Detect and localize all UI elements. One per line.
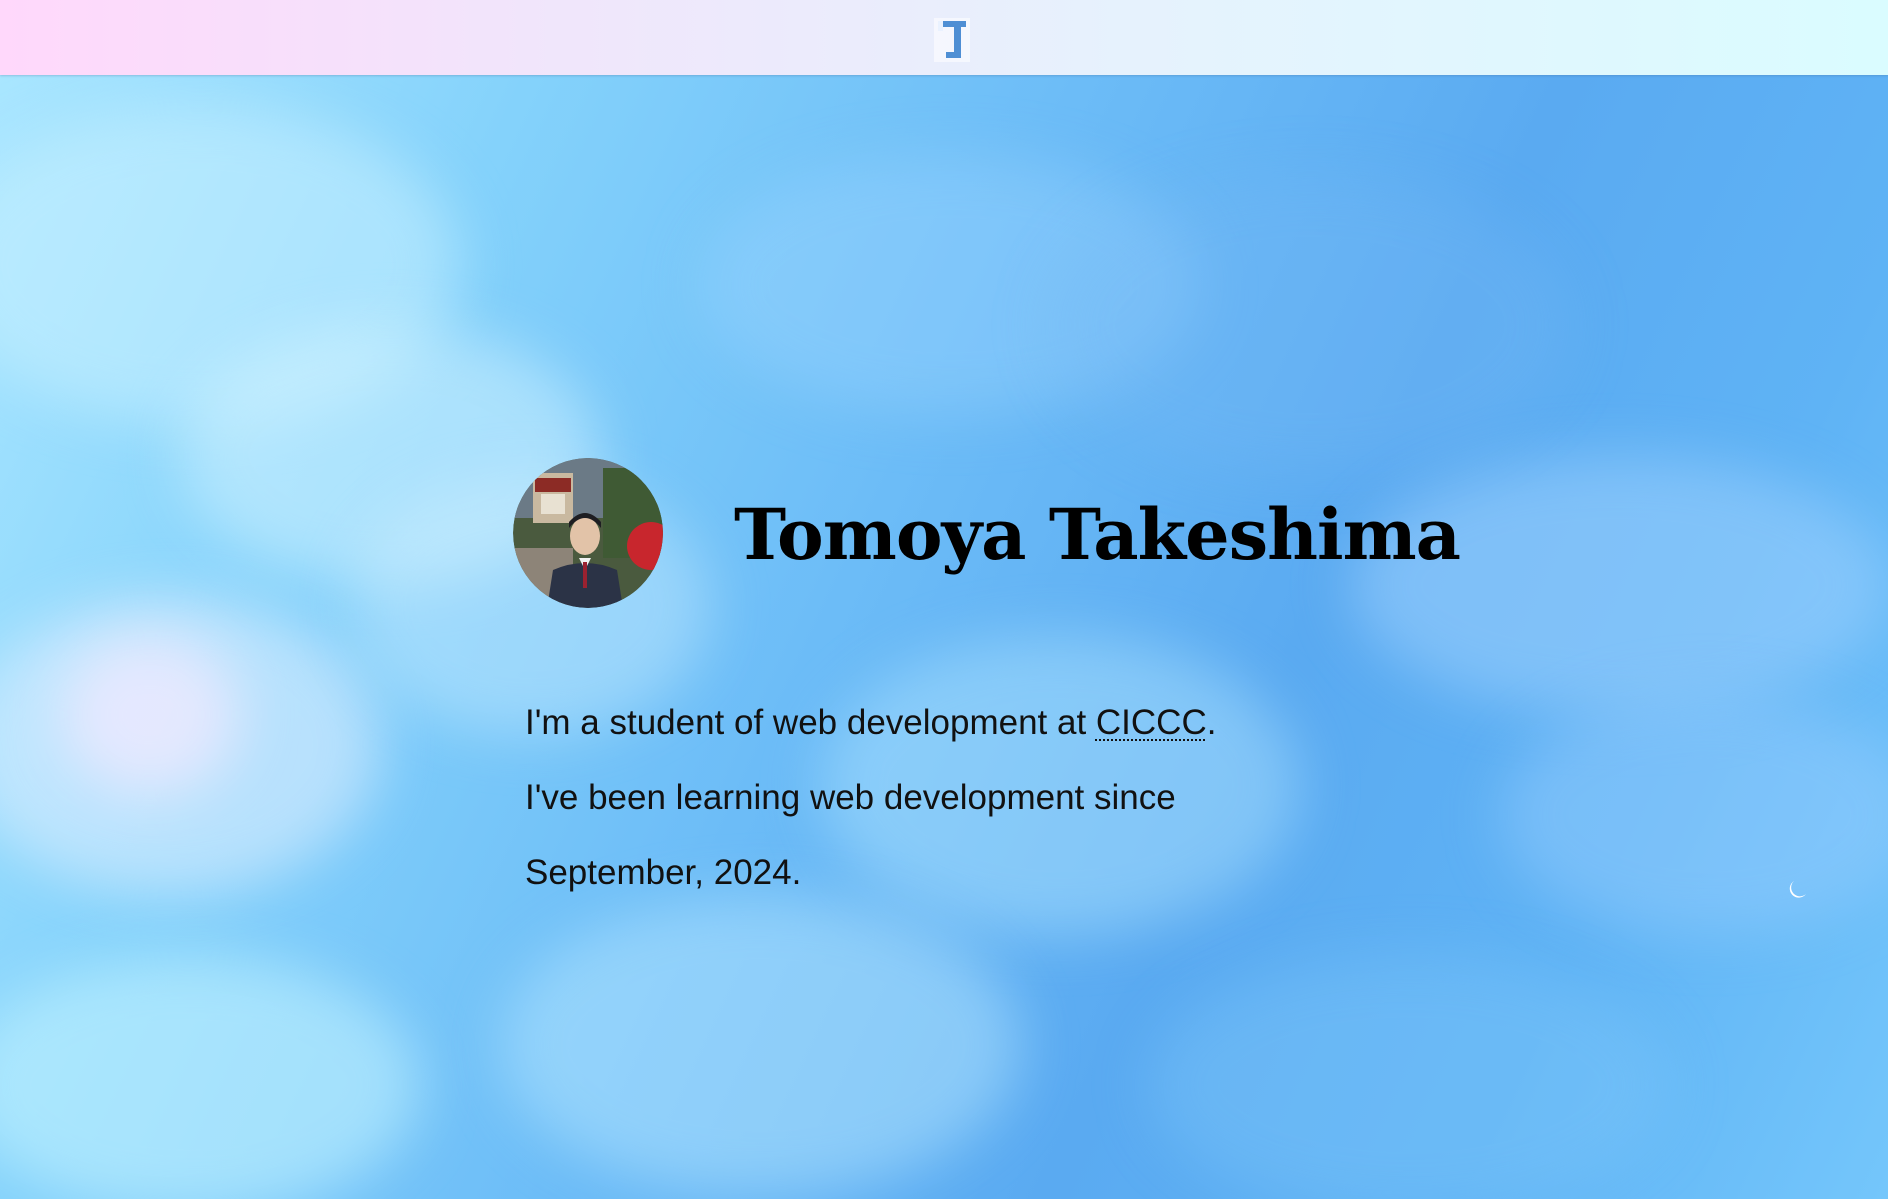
bio: I'm a student of web development at CICC… <box>525 685 1345 910</box>
page: Tomoya Takeshima I'm a student of web de… <box>0 0 1888 1199</box>
main-content: Tomoya Takeshima I'm a student of web de… <box>0 0 1888 1199</box>
top-bar <box>0 0 1888 75</box>
bio-punctuation: . <box>1206 703 1217 742</box>
moon-icon[interactable] <box>1786 879 1808 901</box>
ciccc-abbreviation[interactable]: CICCC <box>1096 703 1207 742</box>
t-logo-icon[interactable] <box>934 18 970 62</box>
bio-line-school: I'm a student of web development at CICC… <box>525 685 1345 760</box>
page-title: Tomoya Takeshima <box>734 493 1461 576</box>
bio-line-since: I've been learning web development since… <box>525 778 1176 892</box>
avatar <box>513 458 663 608</box>
bio-text: I'm a student of web development at <box>525 703 1096 742</box>
